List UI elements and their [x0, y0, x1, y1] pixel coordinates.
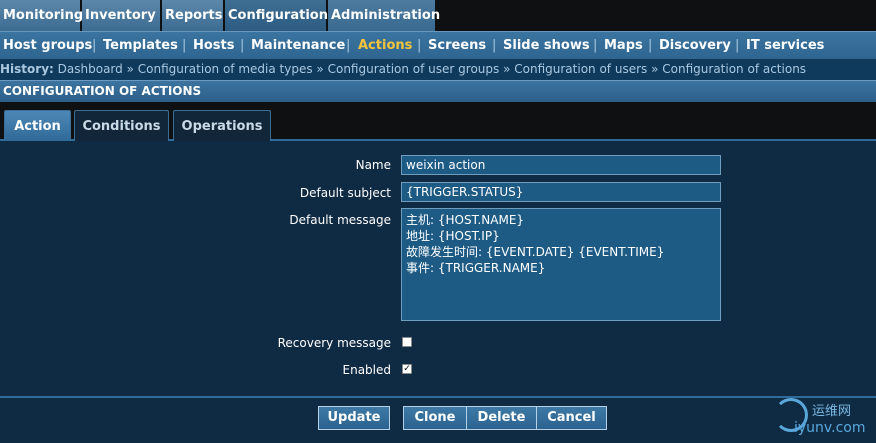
watermark-text-cn: 运维网 [812, 404, 852, 419]
default-subject-label: Default subject [299, 186, 391, 200]
submenu-separator: | [735, 38, 740, 53]
submenu-separator: | [648, 38, 653, 53]
form-tabs: Action Conditions Operations [0, 108, 876, 141]
tab-administration[interactable]: Administration [328, 0, 440, 31]
action-form: Name Default subject Default message 主机:… [0, 141, 876, 396]
sub-menu: Host groups | Templates | Hosts | Mainte… [0, 31, 876, 59]
history-link-dashboard[interactable]: Dashboard [58, 62, 123, 76]
history-link-media-types[interactable]: Configuration of media types [138, 62, 313, 76]
watermark: 运维网 iyunv.com [772, 396, 876, 443]
submenu-it-services[interactable]: IT services [746, 32, 824, 59]
name-label: Name [355, 158, 391, 172]
name-input[interactable] [401, 155, 721, 175]
recovery-message-label: Recovery message [277, 336, 391, 350]
delete-button[interactable]: Delete [466, 406, 537, 430]
breadcrumb-separator: » [503, 62, 511, 76]
tab-monitoring[interactable]: Monitoring [0, 0, 83, 31]
submenu-separator: | [593, 38, 598, 53]
enabled-label: Enabled [342, 363, 392, 377]
submenu-slide-shows[interactable]: Slide shows [503, 32, 590, 59]
submenu-separator: | [182, 38, 187, 53]
default-message-label: Default message [289, 213, 391, 227]
history-link-actions[interactable]: Configuration of actions [662, 62, 806, 76]
default-message-textarea[interactable]: 主机: {HOST.NAME} 地址: {HOST.IP} 故障发生时间: {E… [401, 208, 721, 321]
submenu-screens[interactable]: Screens [428, 32, 486, 59]
form-footer: Update Clone Delete Cancel [0, 398, 876, 443]
submenu-separator: | [92, 38, 97, 53]
watermark-text-en: iyunv.com [794, 420, 866, 436]
submenu-separator: | [417, 38, 422, 53]
breadcrumb-separator: » [651, 62, 659, 76]
update-button[interactable]: Update [318, 406, 390, 430]
tab-inventory[interactable]: Inventory [82, 0, 162, 31]
tab-conditions[interactable]: Conditions [74, 110, 169, 141]
top-menu: Monitoring Inventory Reports Configurati… [0, 0, 876, 31]
submenu-hosts[interactable]: Hosts [193, 32, 235, 59]
recovery-message-checkbox[interactable] [402, 337, 412, 347]
history-breadcrumb: History: Dashboard » Configuration of me… [0, 59, 876, 80]
breadcrumb-separator: » [316, 62, 324, 76]
submenu-separator: | [492, 38, 497, 53]
page-title: CONFIGURATION OF ACTIONS [0, 80, 876, 102]
submenu-maintenance[interactable]: Maintenance [251, 32, 345, 59]
history-link-users[interactable]: Configuration of users [514, 62, 647, 76]
submenu-maps[interactable]: Maps [604, 32, 643, 59]
submenu-actions[interactable]: Actions [358, 32, 412, 59]
history-link-user-groups[interactable]: Configuration of user groups [328, 62, 500, 76]
tab-operations[interactable]: Operations [173, 110, 271, 141]
enabled-checkbox[interactable]: ✓ [402, 364, 412, 374]
submenu-separator: | [346, 38, 351, 53]
submenu-templates[interactable]: Templates [103, 32, 178, 59]
tab-reports[interactable]: Reports [162, 0, 225, 31]
submenu-separator: | [240, 38, 245, 53]
history-label: History: [0, 62, 54, 76]
tab-configuration[interactable]: Configuration [225, 0, 328, 31]
default-subject-input[interactable] [401, 182, 721, 202]
breadcrumb-separator: » [126, 62, 134, 76]
clone-button[interactable]: Clone [403, 406, 467, 430]
submenu-discovery[interactable]: Discovery [659, 32, 731, 59]
cancel-button[interactable]: Cancel [536, 406, 607, 430]
submenu-host-groups[interactable]: Host groups [3, 32, 92, 59]
tab-action[interactable]: Action [4, 110, 71, 141]
